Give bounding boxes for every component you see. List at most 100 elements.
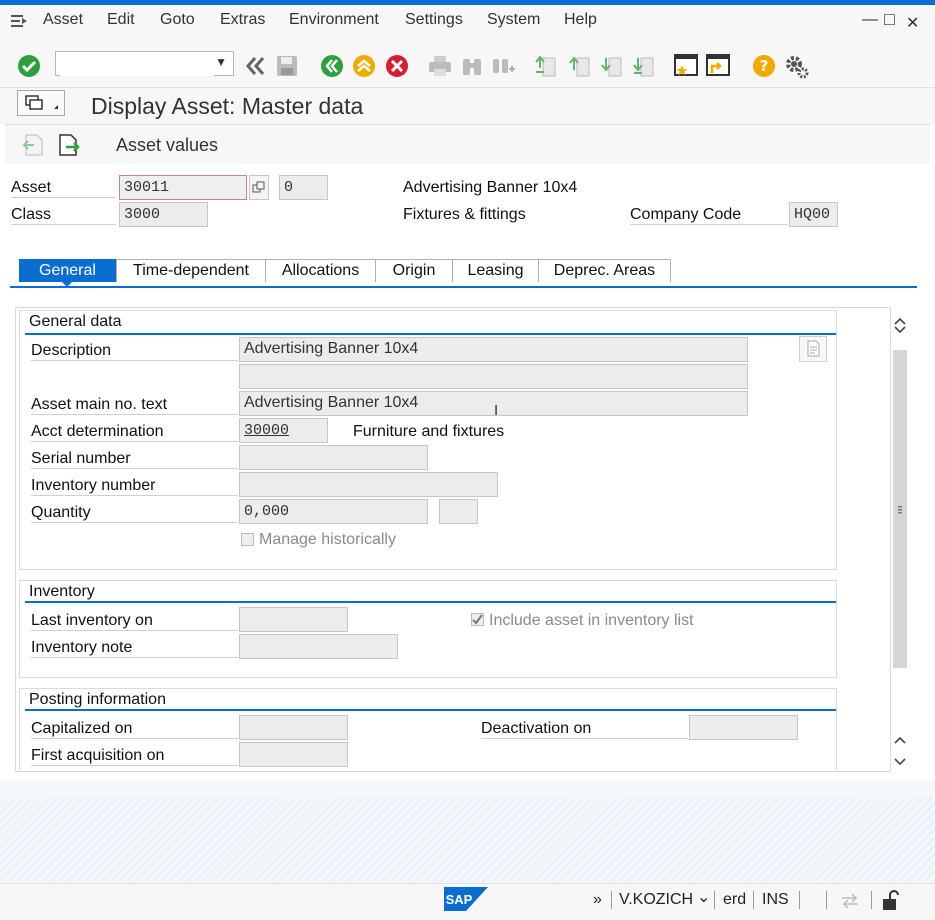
standard-toolbar: ▼ ? — [0, 38, 935, 88]
menu-environment[interactable]: Environment — [289, 11, 379, 29]
status-separator — [871, 891, 872, 909]
first-page-icon[interactable] — [535, 54, 557, 82]
save-icon[interactable] — [276, 55, 298, 81]
maximize-icon[interactable]: □ — [884, 9, 895, 30]
find-icon[interactable] — [461, 55, 483, 81]
menu-extras[interactable]: Extras — [220, 11, 265, 29]
next-page-icon[interactable] — [601, 54, 623, 82]
first-acquisition-label: First acquisition on — [31, 747, 238, 766]
insert-mode[interactable]: INS — [762, 891, 789, 909]
asset-description-text: Advertising Banner 10x4 — [403, 179, 578, 196]
screen-menu-icon — [25, 95, 58, 110]
quantity-unit-field[interactable] — [439, 499, 478, 524]
capitalized-on-field[interactable] — [239, 715, 348, 740]
find-next-icon[interactable] — [492, 55, 516, 81]
scrollbar-thumb[interactable] — [893, 350, 907, 668]
group-divider — [25, 601, 836, 603]
application-toolbar: Asset values — [5, 124, 930, 166]
back-icon[interactable] — [320, 54, 344, 82]
company-code-field[interactable]: HQ00 — [789, 202, 838, 227]
serial-number-field[interactable] — [239, 445, 428, 470]
last-page-icon[interactable] — [633, 54, 655, 82]
inventory-number-label: Inventory number — [31, 477, 238, 496]
double-chevron-left-icon[interactable] — [244, 55, 266, 81]
acct-determination-field[interactable]: 30000 — [239, 418, 328, 443]
menu-settings[interactable]: Settings — [405, 11, 463, 29]
menu-icon[interactable] — [10, 13, 28, 33]
menu-goto[interactable]: Goto — [160, 11, 195, 29]
scroll-down-icon[interactable] — [894, 754, 906, 771]
menu-asset[interactable]: Asset — [43, 11, 83, 29]
transaction-code: erd — [723, 891, 747, 908]
more-status-icon[interactable]: » — [593, 891, 602, 909]
status-separator — [799, 891, 800, 909]
gear-icon[interactable] — [784, 54, 810, 84]
group-title-general-data: General data — [29, 313, 122, 330]
last-inventory-field[interactable] — [239, 607, 348, 632]
page-title: Display Asset: Master data — [91, 93, 364, 119]
scroll-page-up-icon[interactable] — [894, 316, 906, 340]
exit-icon[interactable] — [352, 54, 376, 82]
inventory-note-field[interactable] — [239, 634, 398, 659]
close-icon[interactable]: ✕ — [906, 13, 919, 33]
chevron-down-icon[interactable]: ▼ — [215, 55, 227, 69]
text-cursor-icon: I — [494, 402, 499, 419]
svg-text:SAP: SAP — [446, 892, 473, 907]
include-inventory-checkbox[interactable] — [471, 613, 484, 626]
cancel-icon[interactable] — [385, 54, 409, 82]
help-icon[interactable]: ? — [752, 54, 776, 82]
menu-edit[interactable]: Edit — [107, 11, 135, 29]
generate-shortcut-icon[interactable] — [706, 53, 732, 83]
tab-origin[interactable]: Origin — [375, 259, 453, 282]
tab-time-dependent[interactable]: Time-dependent — [116, 259, 266, 282]
menu-system[interactable]: System — [487, 11, 540, 29]
manage-historically-checkbox[interactable] — [241, 533, 254, 546]
enter-check-icon[interactable] — [17, 54, 41, 82]
description-field-2[interactable] — [239, 364, 748, 389]
status-separator — [753, 891, 754, 909]
previous-page-icon[interactable] — [569, 54, 591, 82]
tab-allocations[interactable]: Allocations — [265, 259, 376, 282]
asset-values-button[interactable]: Asset values — [116, 135, 218, 156]
screen-menu-button[interactable] — [17, 90, 65, 116]
create-session-icon[interactable] — [674, 53, 700, 83]
next-object-icon[interactable] — [58, 133, 80, 161]
long-text-icon[interactable] — [799, 336, 827, 362]
group-divider — [25, 709, 836, 711]
acct-determination-label: Acct determination — [31, 423, 238, 442]
inventory-number-field[interactable] — [239, 472, 498, 497]
active-tab-caret — [62, 282, 72, 287]
asset-number-field[interactable]: 30011 — [119, 175, 247, 200]
tab-deprec-areas[interactable]: Deprec. Areas — [538, 259, 671, 282]
asset-main-text-label: Asset main no. text — [31, 396, 238, 415]
minimize-icon[interactable]: — — [862, 11, 878, 29]
command-input[interactable] — [60, 53, 214, 76]
status-separator — [714, 891, 715, 909]
group-title-inventory: Inventory — [29, 583, 95, 600]
description-field[interactable]: Advertising Banner 10x4 — [239, 337, 748, 362]
user-name: V.KOZICH — [619, 891, 694, 908]
vertical-scrollbar[interactable] — [890, 317, 908, 771]
menu-help[interactable]: Help — [564, 11, 597, 29]
deactivation-on-field[interactable] — [689, 715, 798, 740]
command-field[interactable]: ▼ — [55, 51, 234, 76]
chevron-down-icon[interactable]: ⌄ — [697, 887, 710, 907]
acct-determination-text: Furniture and fixtures — [353, 423, 505, 440]
company-code-label: Company Code — [630, 206, 788, 225]
tab-leasing[interactable]: Leasing — [452, 259, 539, 282]
first-acquisition-field[interactable] — [239, 742, 348, 767]
tab-underline — [10, 286, 917, 288]
previous-object-icon[interactable] — [22, 133, 44, 161]
class-field[interactable]: 3000 — [119, 202, 208, 227]
value-help-icon[interactable] — [249, 175, 269, 200]
menu-bar: Asset Edit Goto Extras Environment Setti… — [0, 5, 935, 38]
sub-number-field[interactable]: 0 — [279, 175, 328, 200]
tab-general[interactable]: General — [19, 259, 116, 282]
lock-icon[interactable] — [880, 890, 902, 916]
manage-historically-label: Manage historically — [259, 531, 396, 548]
scroll-up-icon[interactable] — [894, 732, 906, 749]
print-icon[interactable] — [428, 55, 452, 81]
group-title-posting: Posting information — [29, 691, 166, 708]
class-label: Class — [11, 206, 116, 225]
quantity-field[interactable]: 0,000 — [239, 499, 428, 524]
